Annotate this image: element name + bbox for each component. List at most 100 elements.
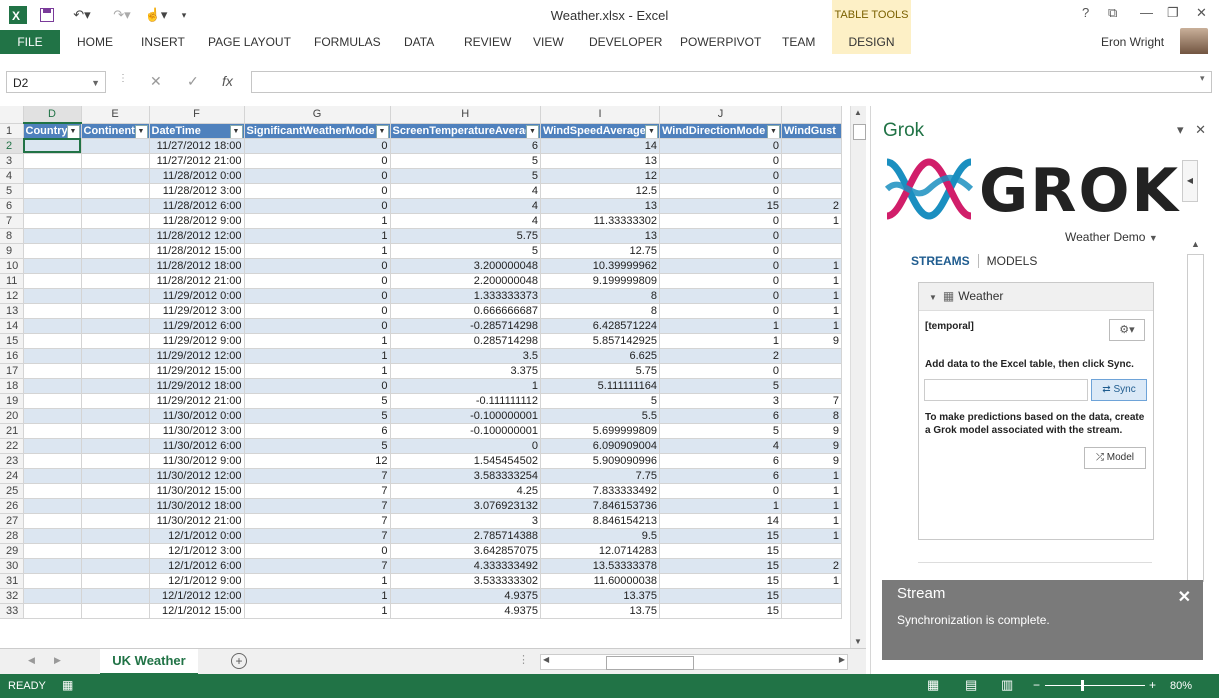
row-header[interactable]: 1 xyxy=(0,123,24,139)
table-cell[interactable]: 1 xyxy=(244,603,391,619)
row-header[interactable]: 30 xyxy=(0,558,24,574)
table-cell[interactable]: 5 xyxy=(244,408,391,424)
row-header[interactable]: 4 xyxy=(0,168,24,184)
table-cell[interactable]: 3.076923132 xyxy=(390,498,542,514)
row-header[interactable]: 27 xyxy=(0,513,24,529)
table-cell[interactable]: 11/30/2012 18:00 xyxy=(149,498,245,514)
table-cell[interactable]: 7 xyxy=(244,528,391,544)
table-cell[interactable] xyxy=(81,558,150,574)
table-cell[interactable]: 1 xyxy=(244,363,391,379)
table-column-header[interactable]: WindSpeedAverage ▼ xyxy=(540,123,661,139)
table-cell[interactable]: 2 xyxy=(781,198,843,214)
collapse-triangle-icon[interactable]: ▼ xyxy=(929,293,937,302)
table-cell[interactable]: 0 xyxy=(659,363,783,379)
table-cell[interactable]: 12 xyxy=(244,453,391,469)
table-cell[interactable] xyxy=(23,543,82,559)
table-cell[interactable]: 11/29/2012 0:00 xyxy=(149,288,245,304)
table-cell[interactable]: 4 xyxy=(390,213,542,229)
table-cell[interactable]: 11/28/2012 21:00 xyxy=(149,273,245,289)
table-cell[interactable] xyxy=(23,558,82,574)
row-header[interactable]: 17 xyxy=(0,363,24,379)
table-cell[interactable]: 6.090909004 xyxy=(540,438,661,454)
table-cell[interactable] xyxy=(781,153,843,169)
table-cell[interactable] xyxy=(81,153,150,169)
scroll-up-icon[interactable]: ▲ xyxy=(854,108,862,117)
table-cell[interactable]: 11/28/2012 3:00 xyxy=(149,183,245,199)
table-cell[interactable]: 3.5 xyxy=(390,348,542,364)
table-cell[interactable] xyxy=(23,573,82,589)
table-cell[interactable] xyxy=(781,228,843,244)
project-selector[interactable]: Weather Demo ▼ xyxy=(1065,230,1158,244)
table-cell[interactable]: 12/1/2012 3:00 xyxy=(149,543,245,559)
table-cell[interactable]: 1 xyxy=(781,513,843,529)
table-cell[interactable] xyxy=(81,468,150,484)
table-cell[interactable] xyxy=(81,423,150,439)
table-cell[interactable] xyxy=(781,378,843,394)
table-cell[interactable]: 5 xyxy=(659,423,783,439)
table-cell[interactable]: 4.333333492 xyxy=(390,558,542,574)
row-header[interactable]: 31 xyxy=(0,573,24,589)
table-cell[interactable]: 6 xyxy=(659,408,783,424)
table-cell[interactable]: 2.200000048 xyxy=(390,273,542,289)
table-cell[interactable] xyxy=(81,168,150,184)
table-cell[interactable]: 6 xyxy=(659,453,783,469)
table-cell[interactable]: 0 xyxy=(659,273,783,289)
table-cell[interactable] xyxy=(81,333,150,349)
table-cell[interactable]: 11/28/2012 0:00 xyxy=(149,168,245,184)
row-header[interactable]: 10 xyxy=(0,258,24,274)
table-cell[interactable]: 11/28/2012 12:00 xyxy=(149,228,245,244)
table-cell[interactable] xyxy=(23,183,82,199)
tab-home[interactable]: HOME xyxy=(77,30,113,54)
table-cell[interactable]: -0.111111112 xyxy=(390,393,542,409)
table-cell[interactable]: 13.75 xyxy=(540,603,661,619)
table-cell[interactable] xyxy=(81,273,150,289)
table-cell[interactable] xyxy=(81,363,150,379)
table-cell[interactable] xyxy=(23,438,82,454)
worksheet-grid[interactable]: D E F G H I J 1 Country ▼ Continent ▼ DateTime ▼ Signi… xyxy=(0,106,849,648)
table-cell[interactable]: 1 xyxy=(390,378,542,394)
table-cell[interactable] xyxy=(23,228,82,244)
table-cell[interactable]: 13.53333378 xyxy=(540,558,661,574)
table-cell[interactable]: 12.75 xyxy=(540,243,661,259)
table-column-header[interactable]: SignificantWeatherMode ▼ xyxy=(244,123,391,139)
table-cell[interactable]: 5 xyxy=(390,243,542,259)
table-column-header[interactable]: Continent ▼ xyxy=(81,123,150,139)
table-cell[interactable] xyxy=(23,333,82,349)
user-name[interactable]: Eron Wright xyxy=(1101,30,1164,54)
column-header[interactable]: J xyxy=(659,106,783,124)
table-cell[interactable]: 1 xyxy=(244,228,391,244)
row-header[interactable]: 25 xyxy=(0,483,24,499)
avatar[interactable] xyxy=(1180,28,1208,56)
table-cell[interactable]: 1 xyxy=(781,468,843,484)
column-header[interactable]: H xyxy=(390,106,542,124)
table-cell[interactable] xyxy=(81,603,150,619)
table-cell[interactable]: 7 xyxy=(244,483,391,499)
page-break-view-icon[interactable]: ▥ xyxy=(1001,677,1013,693)
table-cell[interactable] xyxy=(23,213,82,229)
table-cell[interactable]: 13 xyxy=(540,153,661,169)
table-cell[interactable]: 5 xyxy=(390,168,542,184)
table-cell[interactable]: 1 xyxy=(781,483,843,499)
table-cell[interactable]: 11/30/2012 3:00 xyxy=(149,423,245,439)
table-cell[interactable]: 8.846154213 xyxy=(540,513,661,529)
table-cell[interactable] xyxy=(23,393,82,409)
prev-sheet-icon[interactable]: ◀ xyxy=(28,655,35,666)
table-cell[interactable]: 11/29/2012 9:00 xyxy=(149,333,245,349)
table-cell[interactable]: 0 xyxy=(659,153,783,169)
table-column-header[interactable]: WindDirectionMode ▼ xyxy=(659,123,783,139)
table-cell[interactable]: 12/1/2012 6:00 xyxy=(149,558,245,574)
row-header[interactable]: 21 xyxy=(0,423,24,439)
table-cell[interactable]: 7.846153736 xyxy=(540,498,661,514)
table-cell[interactable]: 13.375 xyxy=(540,588,661,604)
table-cell[interactable]: 5 xyxy=(659,378,783,394)
row-header[interactable]: 28 xyxy=(0,528,24,544)
table-cell[interactable]: 0 xyxy=(244,138,391,154)
table-cell[interactable]: 15 xyxy=(659,528,783,544)
row-header[interactable]: 9 xyxy=(0,243,24,259)
table-column-header[interactable]: DateTime ▼ xyxy=(149,123,245,139)
table-cell[interactable] xyxy=(23,528,82,544)
table-cell[interactable] xyxy=(81,348,150,364)
row-header[interactable]: 6 xyxy=(0,198,24,214)
row-header[interactable]: 14 xyxy=(0,318,24,334)
minimize-button[interactable]: — xyxy=(1140,5,1153,20)
